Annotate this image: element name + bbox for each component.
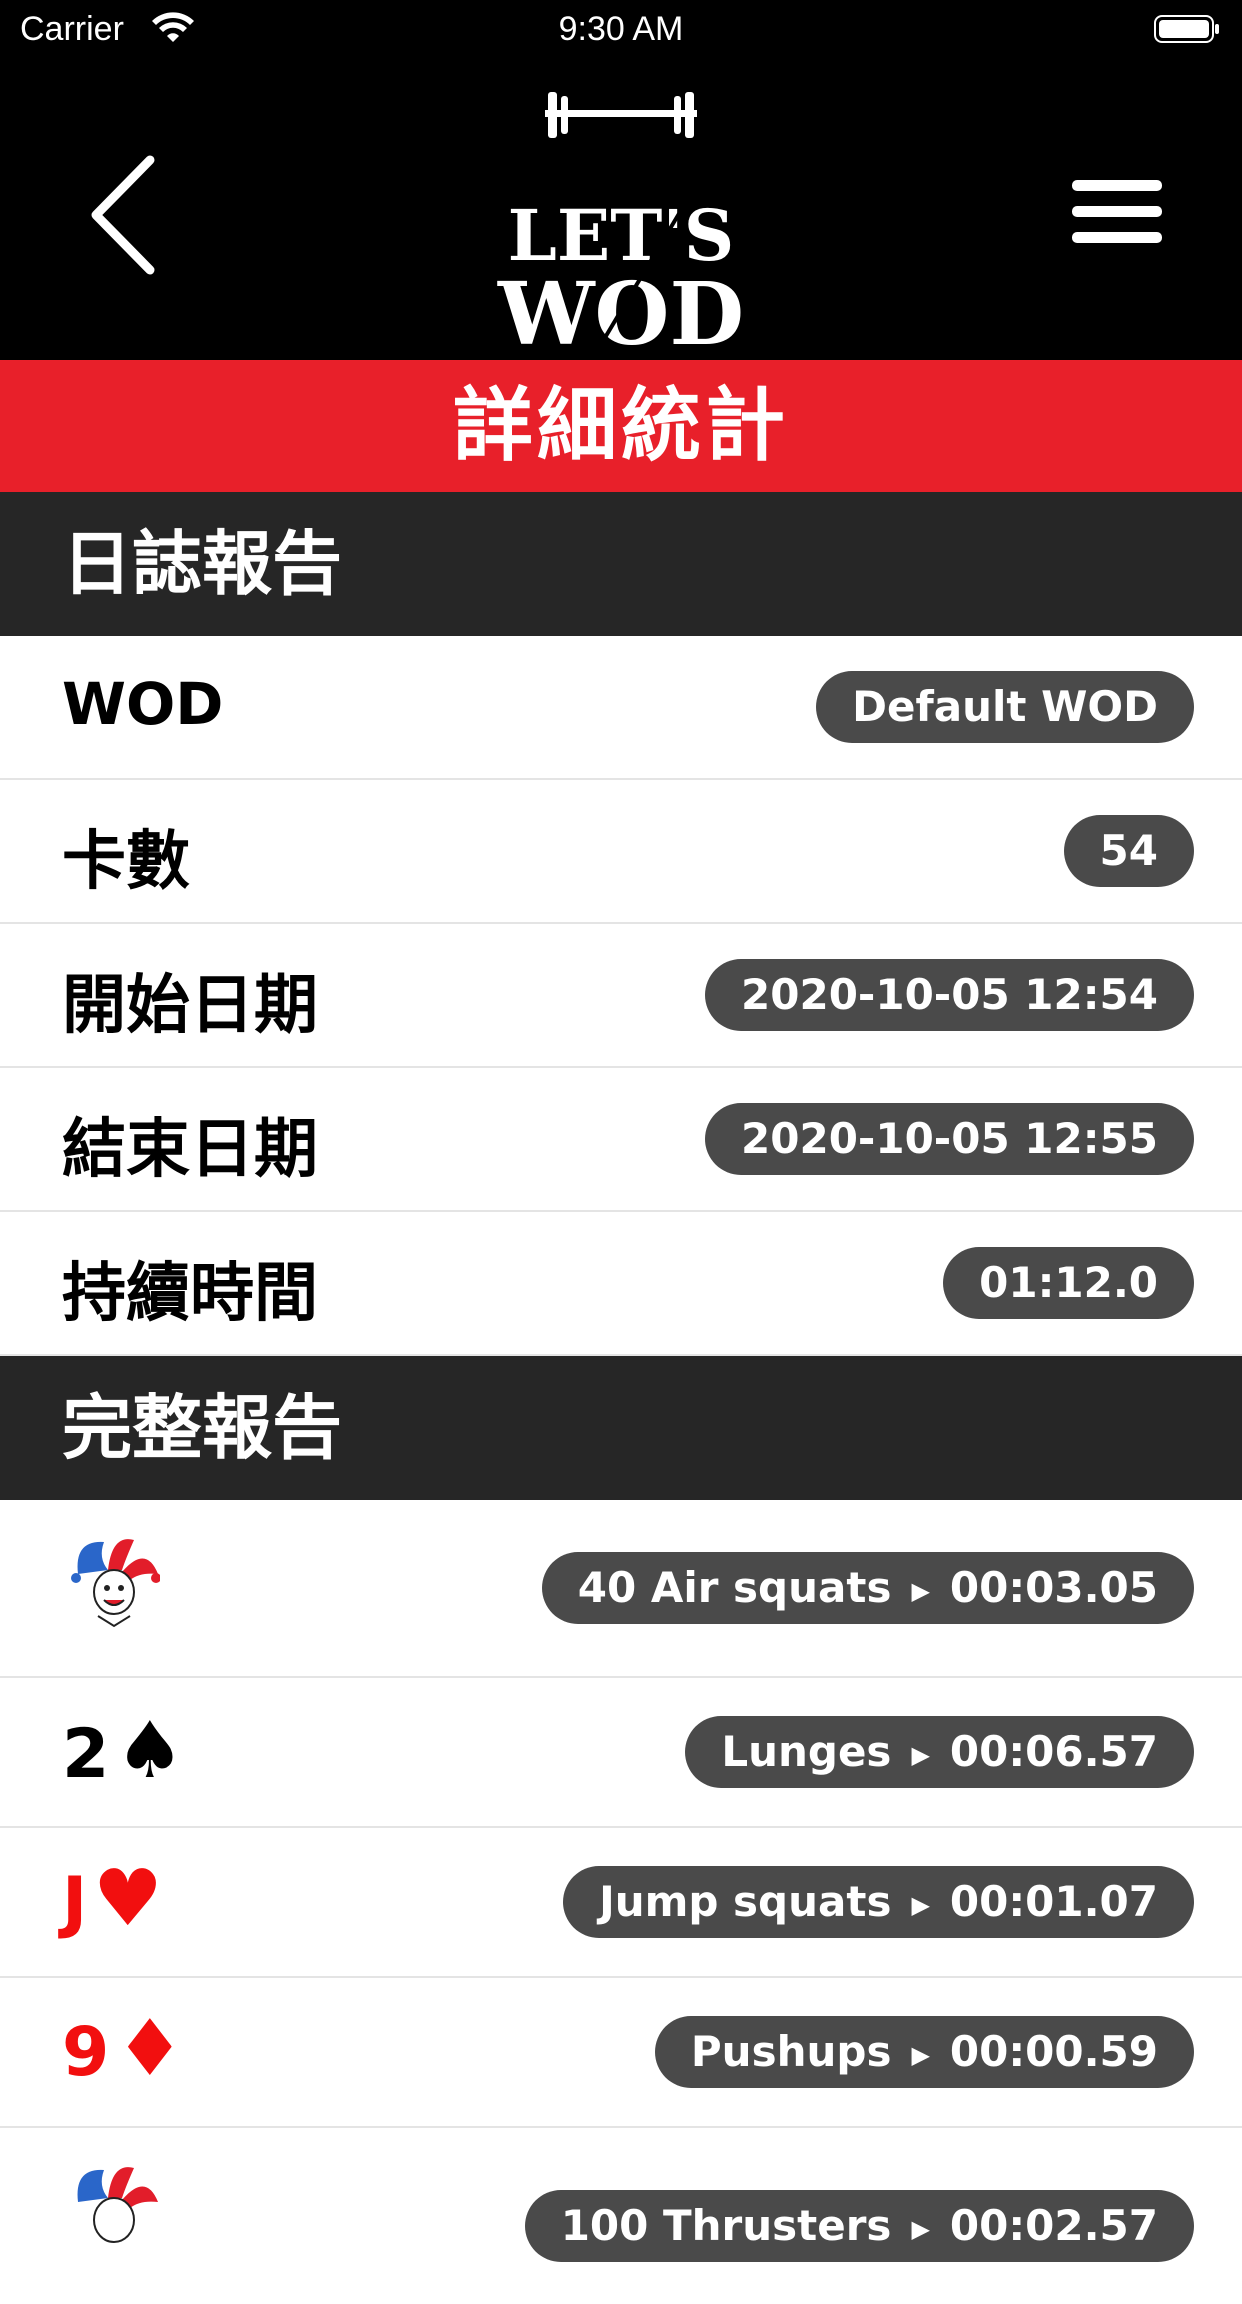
exercise-name: 100 Thrusters <box>560 2201 892 2250</box>
exercise-time: 00:02.57 <box>949 2201 1158 2250</box>
exercise-time: 00:03.05 <box>949 1563 1158 1612</box>
back-chevron-icon[interactable] <box>80 150 170 280</box>
playing-card: J ♥ <box>62 1854 163 1944</box>
play-arrow-icon: ▶ <box>911 2214 930 2243</box>
card-rank: 9 <box>62 2013 110 2092</box>
playing-card: 9 ♦ <box>62 2004 185 2094</box>
battery-icon <box>1154 15 1219 43</box>
section-header-log-report: 日誌報告 <box>0 492 1242 636</box>
diamond-icon: ♦ <box>114 2004 185 2094</box>
play-arrow-icon: ▶ <box>911 1576 930 1605</box>
exercise-time-badge: Lunges ▶ 00:06.57 <box>685 1716 1194 1788</box>
card-row: 2 ♠ Lunges ▶ 00:06.57 <box>0 1678 1242 1828</box>
page-title-banner: 詳細統計 <box>0 360 1242 492</box>
section-header-full-report: 完整報告 <box>0 1356 1242 1500</box>
card-rank: J <box>62 1863 88 1942</box>
play-arrow-icon: ▶ <box>911 1890 930 1919</box>
stat-label: WOD <box>62 670 224 738</box>
exercise-name: Pushups <box>690 2027 892 2076</box>
stat-value-badge: 2020-10-05 12:55 <box>705 1103 1194 1175</box>
lets-wod-logo: LET'S WOD <box>497 92 744 352</box>
exercise-time-badge: Jump squats ▶ 00:01.07 <box>563 1866 1194 1938</box>
section-title: 完整報告 <box>62 1387 342 1469</box>
joker-card-icon <box>77 2167 158 2243</box>
exercise-time-badge: 40 Air squats ▶ 00:03.05 <box>541 1552 1194 1624</box>
playing-card: 2 ♠ <box>62 1706 185 1796</box>
card-row: J ♥ Jump squats ▶ 00:01.07 <box>0 1828 1242 1978</box>
stat-row-duration: 持續時間 01:12.0 <box>0 1212 1242 1356</box>
card-row: 9 ♦ Pushups ▶ 00:00.59 <box>0 1978 1242 2128</box>
exercise-name: Jump squats <box>599 1877 892 1926</box>
stat-value-badge: 01:12.0 <box>943 1247 1194 1319</box>
stat-value-badge: 54 <box>1063 815 1194 887</box>
hamburger-menu-icon[interactable] <box>1068 172 1168 252</box>
stat-value-badge: Default WOD <box>816 671 1194 743</box>
stat-value-badge: 2020-10-05 12:54 <box>705 959 1194 1031</box>
card-rank: 2 <box>62 1715 110 1794</box>
stat-label: 結束日期 <box>62 1113 318 1187</box>
exercise-time: 00:06.57 <box>949 1727 1158 1776</box>
stat-row-wod: WOD Default WOD <box>0 636 1242 780</box>
nav-bar: LET'S WOD <box>0 62 1242 360</box>
exercise-name: Lunges <box>721 1727 892 1776</box>
stat-row-end-date: 結束日期 2020-10-05 12:55 <box>0 1068 1242 1212</box>
section-title: 日誌報告 <box>62 523 342 605</box>
stat-row-card-count: 卡數 54 <box>0 780 1242 924</box>
exercise-time-badge: 100 Thrusters ▶ 00:02.57 <box>524 2190 1194 2262</box>
status-bar: Carrier 9:30 AM <box>0 0 1242 62</box>
exercise-time: 00:00.59 <box>949 2027 1158 2076</box>
page-title: 詳細統計 <box>453 379 789 472</box>
card-row: 40 Air squats ▶ 00:03.05 <box>0 1500 1242 1678</box>
joker-card-icon <box>71 1539 160 1628</box>
exercise-time-badge: Pushups ▶ 00:00.59 <box>654 2016 1194 2088</box>
play-arrow-icon: ▶ <box>911 2040 930 2069</box>
spade-icon: ♠ <box>114 1706 185 1796</box>
exercise-name: 40 Air squats <box>577 1563 892 1612</box>
stat-label: 卡數 <box>62 825 190 899</box>
stat-label: 持續時間 <box>62 1257 318 1331</box>
stat-label: 開始日期 <box>62 969 318 1043</box>
heart-icon: ♥ <box>92 1854 163 1944</box>
play-arrow-icon: ▶ <box>911 1740 930 1769</box>
clock: 9:30 AM <box>558 10 684 48</box>
card-row: 100 Thrusters ▶ 00:02.57 <box>0 2128 1242 2304</box>
barbell-icon <box>545 92 697 138</box>
exercise-time: 00:01.07 <box>949 1877 1158 1926</box>
stat-row-start-date: 開始日期 2020-10-05 12:54 <box>0 924 1242 1068</box>
